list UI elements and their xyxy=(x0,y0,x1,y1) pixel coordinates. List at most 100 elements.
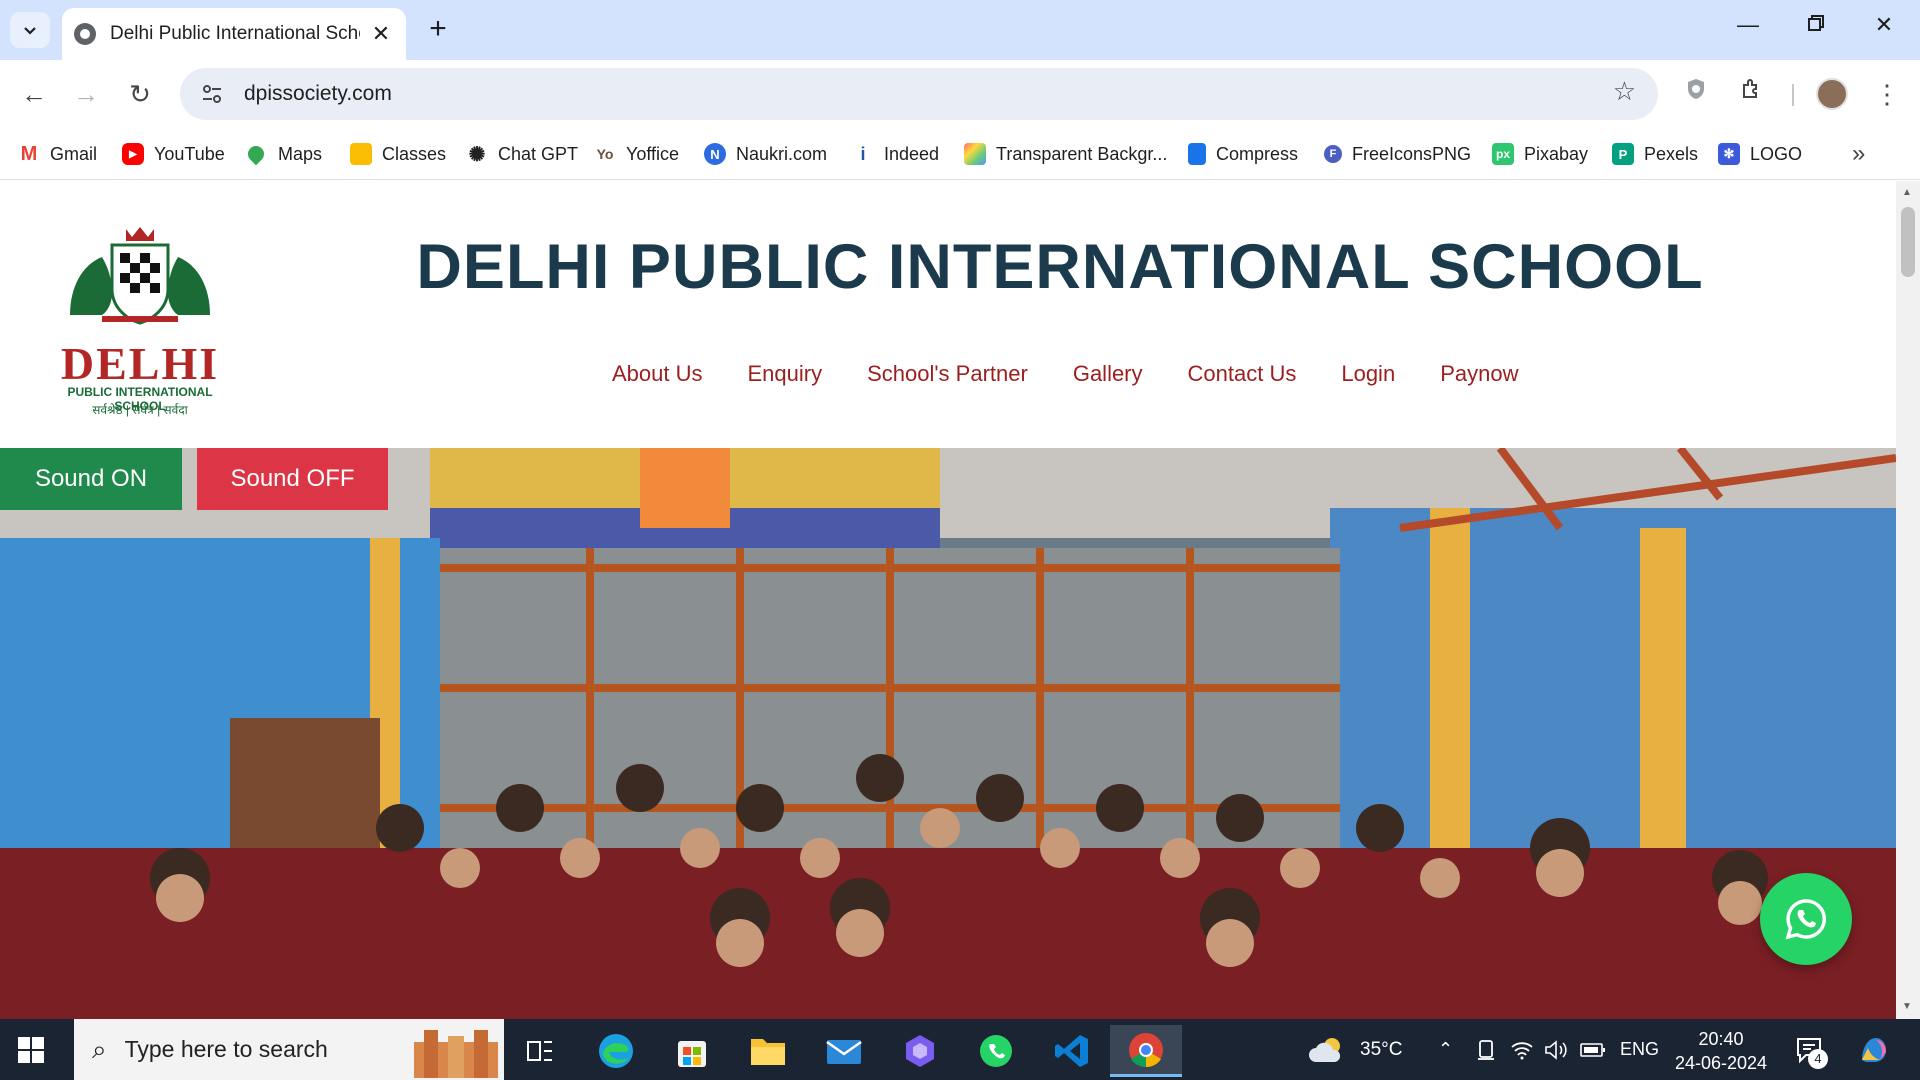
tab-active[interactable]: Delhi Public International School ✕ xyxy=(62,8,406,60)
shield-extension-icon[interactable] xyxy=(1676,74,1716,114)
bookmark-label: Transparent Backgr... xyxy=(996,143,1168,164)
address-bar[interactable]: dpissociety.com ☆ xyxy=(180,68,1658,120)
bookmark-naukri[interactable]: N Naukri.com xyxy=(704,138,827,170)
bookmark-label: Indeed xyxy=(884,143,940,164)
notification-center[interactable]: 4 xyxy=(1794,1019,1828,1080)
copilot-icon[interactable] xyxy=(1856,1019,1892,1080)
minimize-icon[interactable]: — xyxy=(1728,12,1768,38)
nav-login[interactable]: Login xyxy=(1341,361,1395,387)
scroll-thumb[interactable] xyxy=(1901,207,1915,277)
file-explorer-icon[interactable] xyxy=(732,1025,804,1077)
logo-motto: सर्वश्रेष्ठ | सर्वत्र | सर्वदा xyxy=(92,403,188,417)
hero-video-frame xyxy=(0,448,1896,1019)
profile-avatar[interactable] xyxy=(1816,78,1848,110)
nav-enquiry[interactable]: Enquiry xyxy=(748,361,823,387)
page-scrollbar[interactable]: ▲ ▼ xyxy=(1896,181,1920,1019)
whatsapp-app-icon[interactable] xyxy=(960,1025,1032,1077)
bookmark-star-icon[interactable]: ☆ xyxy=(1613,76,1636,107)
meet-now-icon[interactable] xyxy=(1476,1019,1496,1080)
bookmark-transparent-background[interactable]: Transparent Backgr... xyxy=(964,138,1167,170)
extensions-icon[interactable] xyxy=(1732,74,1772,114)
bookmark-label: Classes xyxy=(382,143,447,164)
bookmark-label: Maps xyxy=(278,143,323,164)
microsoft-store-icon[interactable] xyxy=(656,1025,728,1077)
hero-video[interactable]: Sound ON Sound OFF xyxy=(0,448,1896,1019)
vscode-icon[interactable] xyxy=(1036,1025,1108,1077)
bookmark-freeiconspng[interactable]: F FreeIconsPNG xyxy=(1324,138,1471,170)
back-icon[interactable]: ← xyxy=(14,74,54,114)
bookmark-gmail[interactable]: M Gmail xyxy=(18,138,97,170)
whatsapp-icon xyxy=(1785,899,1827,940)
whatsapp-chat-button[interactable] xyxy=(1760,873,1852,965)
more-bookmarks-icon[interactable]: » xyxy=(1852,140,1865,168)
toolbar-separator xyxy=(1792,84,1794,106)
bookmark-classes[interactable]: Classes xyxy=(350,138,446,170)
bookmark-maps[interactable]: Maps xyxy=(244,138,323,170)
bookmark-label: LOGO xyxy=(1750,143,1803,164)
bookmark-logo[interactable]: ✻ LOGO xyxy=(1718,138,1802,170)
tab-strip: Delhi Public International School ✕ + — … xyxy=(0,0,1920,60)
bookmark-label: Naukri.com xyxy=(736,143,828,164)
task-view-icon[interactable] xyxy=(504,1025,576,1077)
nav-about-us[interactable]: About Us xyxy=(612,361,703,387)
nav-contact-us[interactable]: Contact Us xyxy=(1188,361,1297,387)
naukri-icon: N xyxy=(704,143,726,165)
bookmark-label: Chat GPT xyxy=(498,143,579,164)
bookmark-label: FreeIconsPNG xyxy=(1352,143,1472,164)
nav-gallery[interactable]: Gallery xyxy=(1073,361,1143,387)
weather-temperature: 35°C xyxy=(1360,1038,1403,1060)
taskbar-search-placeholder: Type here to search xyxy=(124,1036,328,1062)
site-header: DELHI PUBLIC INTERNATIONAL SCHOOL सर्वश्… xyxy=(0,181,1896,448)
edge-icon[interactable] xyxy=(580,1025,652,1077)
nav-schools-partner[interactable]: School's Partner xyxy=(867,361,1028,387)
battery-icon[interactable] xyxy=(1580,1019,1606,1080)
bookmark-pexels[interactable]: P Pexels xyxy=(1612,138,1698,170)
mail-icon[interactable] xyxy=(808,1025,880,1077)
bookmark-chatgpt[interactable]: ✺ Chat GPT xyxy=(466,138,578,170)
browser-toolbar: ← → ↻ dpissociety.com ☆ ⋮ xyxy=(0,60,1920,128)
page-title: DELHI PUBLIC INTERNATIONAL SCHOOL xyxy=(416,232,1704,302)
show-hidden-icons[interactable]: ⌃ xyxy=(1438,1019,1453,1080)
bookmark-yoffice[interactable]: Yo Yoffice xyxy=(594,138,680,170)
school-logo[interactable]: DELHI PUBLIC INTERNATIONAL SCHOOL सर्वश्… xyxy=(42,219,238,417)
bookmark-indeed[interactable]: i Indeed xyxy=(852,138,939,170)
volume-icon[interactable] xyxy=(1544,1019,1568,1080)
clock-time: 20:40 xyxy=(1698,1029,1744,1049)
wifi-icon[interactable] xyxy=(1510,1019,1534,1080)
nav-paynow[interactable]: Paynow xyxy=(1440,361,1518,387)
search-highlight-icon xyxy=(414,1029,498,1078)
copilot-app-icon[interactable] xyxy=(884,1025,956,1077)
bookmark-label: Compress xyxy=(1216,143,1299,164)
globe-icon xyxy=(74,23,96,45)
main-nav: About Us Enquiry School's Partner Galler… xyxy=(612,361,1563,387)
compress-icon xyxy=(1188,143,1206,165)
logo-icon: ✻ xyxy=(1718,143,1740,165)
tab-close-icon[interactable]: ✕ xyxy=(368,21,394,47)
input-language[interactable]: ENG xyxy=(1620,1019,1659,1080)
chrome-menu-icon[interactable]: ⋮ xyxy=(1872,74,1902,114)
close-window-icon[interactable]: ✕ xyxy=(1864,12,1904,38)
tab-search-button[interactable] xyxy=(10,12,50,48)
forward-icon[interactable]: → xyxy=(66,74,106,114)
chatgpt-icon: ✺ xyxy=(468,143,486,166)
scroll-down-icon[interactable]: ▼ xyxy=(1902,1001,1912,1012)
reload-icon[interactable]: ↻ xyxy=(120,74,160,114)
bookmark-label: Pexels xyxy=(1644,143,1699,164)
scroll-up-icon[interactable]: ▲ xyxy=(1902,187,1912,198)
weather-widget[interactable]: 35°C xyxy=(1308,1019,1402,1080)
taskbar-clock[interactable]: 20:40 24-06-2024 xyxy=(1672,1027,1770,1075)
taskbar-search-box[interactable]: ⌕ Type here to search xyxy=(74,1019,504,1080)
freeiconspng-icon: F xyxy=(1324,145,1342,163)
pexels-icon: P xyxy=(1612,143,1634,165)
bookmark-pixabay[interactable]: px Pixabay xyxy=(1492,138,1588,170)
sound-on-button[interactable]: Sound ON xyxy=(0,448,182,510)
windows-start-icon[interactable] xyxy=(18,1037,44,1063)
bookmark-label: Gmail xyxy=(50,143,98,164)
bookmark-compress[interactable]: Compress xyxy=(1188,138,1298,170)
bookmark-youtube[interactable]: ▶ YouTube xyxy=(122,138,225,170)
chrome-taskbar-icon[interactable] xyxy=(1110,1025,1182,1077)
new-tab-button[interactable]: + xyxy=(420,14,456,44)
site-info-icon[interactable] xyxy=(188,74,236,114)
sound-off-button[interactable]: Sound OFF xyxy=(197,448,388,510)
restore-icon[interactable] xyxy=(1796,12,1836,38)
